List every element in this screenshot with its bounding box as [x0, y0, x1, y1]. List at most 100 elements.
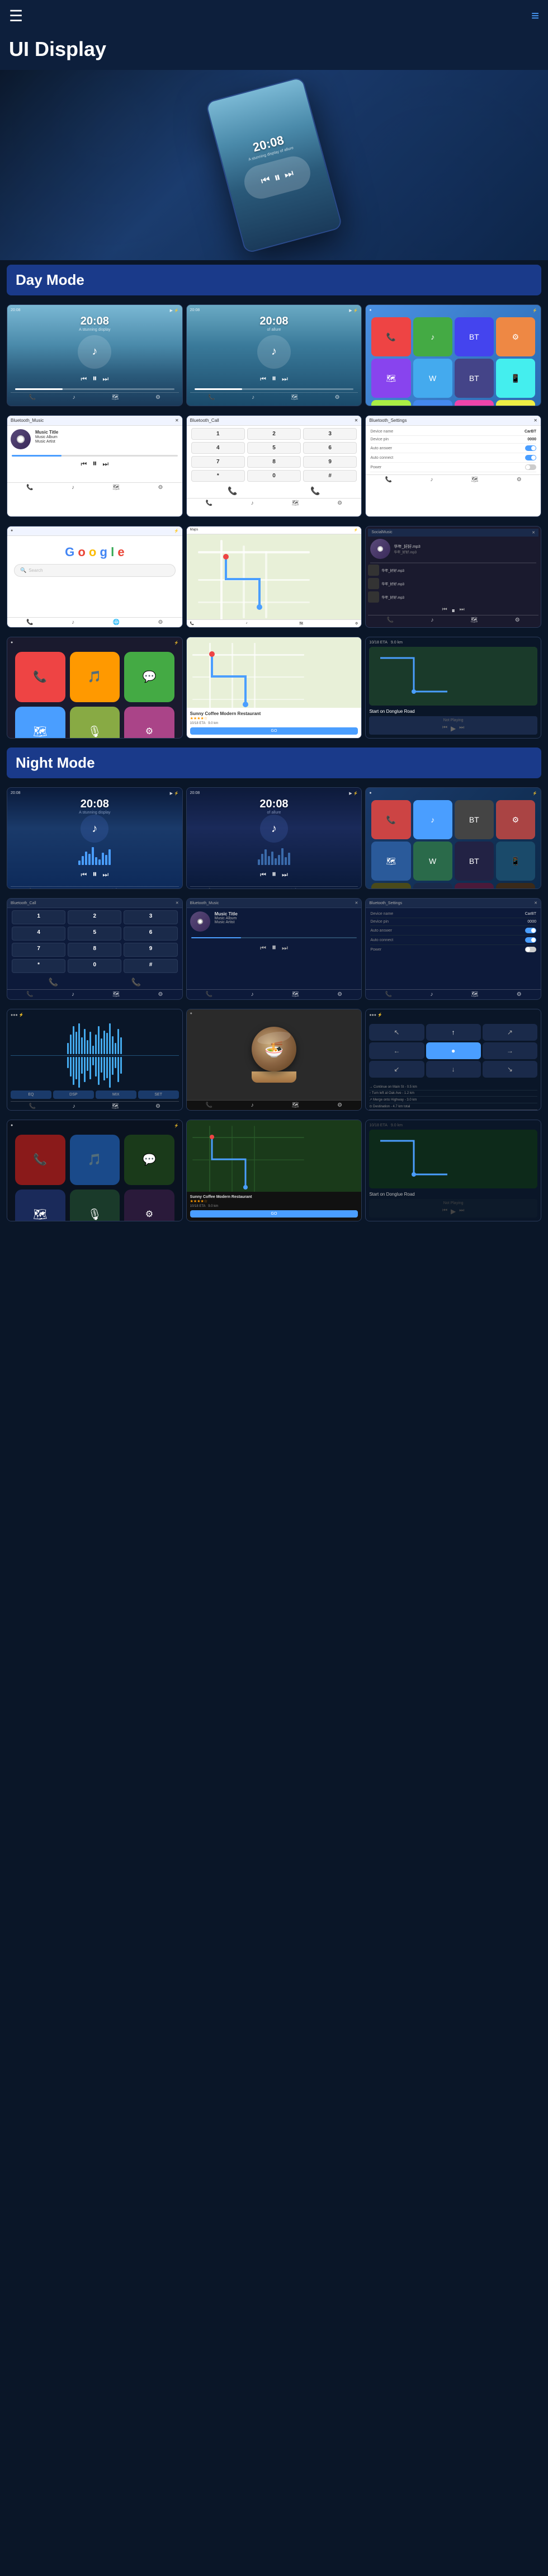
- night-end-call[interactable]: 📞: [48, 977, 58, 987]
- app-icon-music[interactable]: ♪: [413, 317, 452, 356]
- night-prev-2[interactable]: ⏮: [260, 871, 266, 879]
- night-prev-1[interactable]: ⏮: [81, 871, 87, 879]
- eq-btn-3[interactable]: MIX: [96, 1090, 136, 1099]
- night-app-waze[interactable]: W: [413, 842, 452, 881]
- dial-5[interactable]: 5: [247, 442, 301, 454]
- night-nav-next[interactable]: ⏭: [459, 1207, 464, 1215]
- prev-btn-1[interactable]: ⏮: [81, 375, 87, 383]
- night-app-bt2[interactable]: BT: [455, 842, 494, 881]
- night-auto-answer-toggle[interactable]: [525, 928, 536, 933]
- song-item-1[interactable]: 华年_好好.mp3: [368, 563, 538, 577]
- night-app-8[interactable]: 📷: [496, 883, 535, 889]
- night-carplay-music[interactable]: 🎵: [70, 1135, 120, 1185]
- bt-prev[interactable]: ⏮: [81, 460, 87, 468]
- dial-7[interactable]: 7: [191, 456, 245, 468]
- arrow-down-right[interactable]: ↘: [483, 1061, 537, 1078]
- social-controls[interactable]: ⏮ ⏸ ⏭: [368, 607, 538, 615]
- night-carplay-podcast[interactable]: 🎙: [70, 1190, 120, 1221]
- night-nav-play[interactable]: ▶: [451, 1207, 456, 1215]
- nav-play[interactable]: ▶: [451, 725, 456, 732]
- night-auto-connect-toggle[interactable]: [525, 937, 536, 943]
- arrow-up[interactable]: ↑: [426, 1024, 481, 1041]
- night-dialpad[interactable]: 1 2 3 4 5 6 7 8 9 * 0 #: [7, 908, 182, 975]
- arrow-down[interactable]: ↓: [426, 1061, 481, 1078]
- play-btn-2[interactable]: ⏸: [272, 374, 276, 384]
- bottom-icon-3[interactable]: 🗺: [112, 394, 119, 401]
- eq-btn-1[interactable]: EQ: [11, 1090, 51, 1099]
- night-play-1[interactable]: ⏸: [92, 869, 97, 880]
- play-btn-1[interactable]: ⏸: [92, 374, 97, 384]
- next-btn-2[interactable]: ⏭: [282, 375, 288, 383]
- controls-2[interactable]: ⏮ ⏸ ⏭: [190, 374, 358, 384]
- social-prev[interactable]: ⏮: [442, 607, 447, 615]
- carplay-phone-icon[interactable]: 📞: [15, 652, 65, 702]
- bottom-icon-1[interactable]: 📞: [29, 394, 36, 401]
- end-call-icon[interactable]: 📞: [228, 486, 237, 496]
- song-item-2[interactable]: 华年_好好.mp3: [368, 577, 538, 590]
- night-app-bt[interactable]: BT: [455, 800, 494, 839]
- arrow-center[interactable]: ●: [426, 1042, 481, 1059]
- app-icon-phone[interactable]: 📞: [371, 317, 410, 356]
- dial-1[interactable]: 1: [191, 428, 245, 440]
- controls-1[interactable]: ⏮ ⏸ ⏭: [11, 374, 179, 384]
- arrow-up-right[interactable]: ↗: [483, 1024, 537, 1041]
- go-button[interactable]: GO: [190, 727, 358, 735]
- night-carplay-settings[interactable]: ⚙: [124, 1190, 174, 1221]
- night-bt-play[interactable]: ⏸: [272, 943, 276, 953]
- next-btn-1[interactable]: ⏭: [102, 375, 108, 383]
- bottom-icon-4[interactable]: ⚙: [155, 394, 160, 401]
- app-icon-bt2[interactable]: BT: [455, 359, 494, 398]
- carplay-podcast-icon[interactable]: 🎙: [70, 707, 120, 738]
- app-icon-waze[interactable]: W: [413, 359, 452, 398]
- arrow-left[interactable]: ←: [369, 1042, 424, 1059]
- eq-btn-2[interactable]: DSP: [53, 1090, 94, 1099]
- night-dial-1[interactable]: 1: [12, 910, 65, 924]
- menu-icon[interactable]: ☰: [9, 7, 23, 25]
- night-next-1[interactable]: ⏭: [102, 871, 108, 879]
- arrow-right[interactable]: →: [483, 1042, 537, 1059]
- nav-media-controls[interactable]: ⏮ ▶ ⏭: [372, 725, 534, 732]
- map-view[interactable]: [187, 534, 362, 619]
- nav-next[interactable]: ⏭: [459, 725, 464, 732]
- app-icon-app8[interactable]: 📷: [496, 400, 535, 406]
- dial-3[interactable]: 3: [303, 428, 357, 440]
- night-app-nav[interactable]: 🗺: [371, 842, 410, 881]
- night-controls-1[interactable]: ⏮ ⏸ ⏭: [11, 869, 179, 880]
- night-dial-2[interactable]: 2: [68, 910, 121, 924]
- night-dial-6[interactable]: 6: [124, 927, 177, 941]
- night-app-phone[interactable]: 📞: [371, 800, 410, 839]
- night-bt-next[interactable]: ⏭: [282, 944, 288, 952]
- night-app-4[interactable]: 📱: [496, 842, 535, 881]
- night-carplay-messages[interactable]: 💬: [124, 1135, 174, 1185]
- app-icon-app7[interactable]: 💬: [455, 400, 494, 406]
- song-item-3[interactable]: 华年_好好.mp3: [368, 590, 538, 604]
- dial-9[interactable]: 9: [303, 456, 357, 468]
- social-play[interactable]: ⏸: [452, 607, 455, 615]
- carplay-maps-icon[interactable]: 🗺: [15, 707, 65, 738]
- night-dial-9[interactable]: 9: [124, 943, 177, 957]
- night-next-2[interactable]: ⏭: [282, 871, 288, 879]
- bt-play[interactable]: ⏸: [92, 459, 97, 469]
- night-dial-3[interactable]: 3: [124, 910, 177, 924]
- night-bt-controls[interactable]: ⏮ ⏸ ⏭: [187, 943, 362, 953]
- night-dial-hash[interactable]: #: [124, 959, 177, 973]
- social-next[interactable]: ⏭: [460, 607, 465, 615]
- dialpad[interactable]: 1 2 3 4 5 6 7 8 9 * 0 #: [187, 426, 362, 484]
- night-play-2[interactable]: ⏸: [272, 869, 276, 880]
- dial-8[interactable]: 8: [247, 456, 301, 468]
- night-nav-prev[interactable]: ⏮: [442, 1207, 447, 1215]
- night-nav-media-controls[interactable]: ⏮ ▶ ⏭: [372, 1207, 534, 1215]
- app-icon-app4[interactable]: 📱: [496, 359, 535, 398]
- night-app-music[interactable]: ♪: [413, 800, 452, 839]
- night-carplay-maps[interactable]: 🗺: [15, 1190, 65, 1221]
- app-icon-app6[interactable]: 📡: [413, 400, 452, 406]
- night-bt-prev[interactable]: ⏮: [260, 944, 266, 952]
- night-dial-star[interactable]: *: [12, 959, 65, 973]
- night-power-toggle[interactable]: [525, 947, 536, 952]
- dial-4[interactable]: 4: [191, 442, 245, 454]
- night-app-5[interactable]: 🎵: [371, 883, 410, 889]
- bottom-icon-2[interactable]: ♪: [73, 394, 75, 401]
- carplay-messages-icon[interactable]: 💬: [124, 652, 174, 702]
- bt-next[interactable]: ⏭: [102, 460, 108, 468]
- night-go-button[interactable]: GO: [190, 1210, 358, 1218]
